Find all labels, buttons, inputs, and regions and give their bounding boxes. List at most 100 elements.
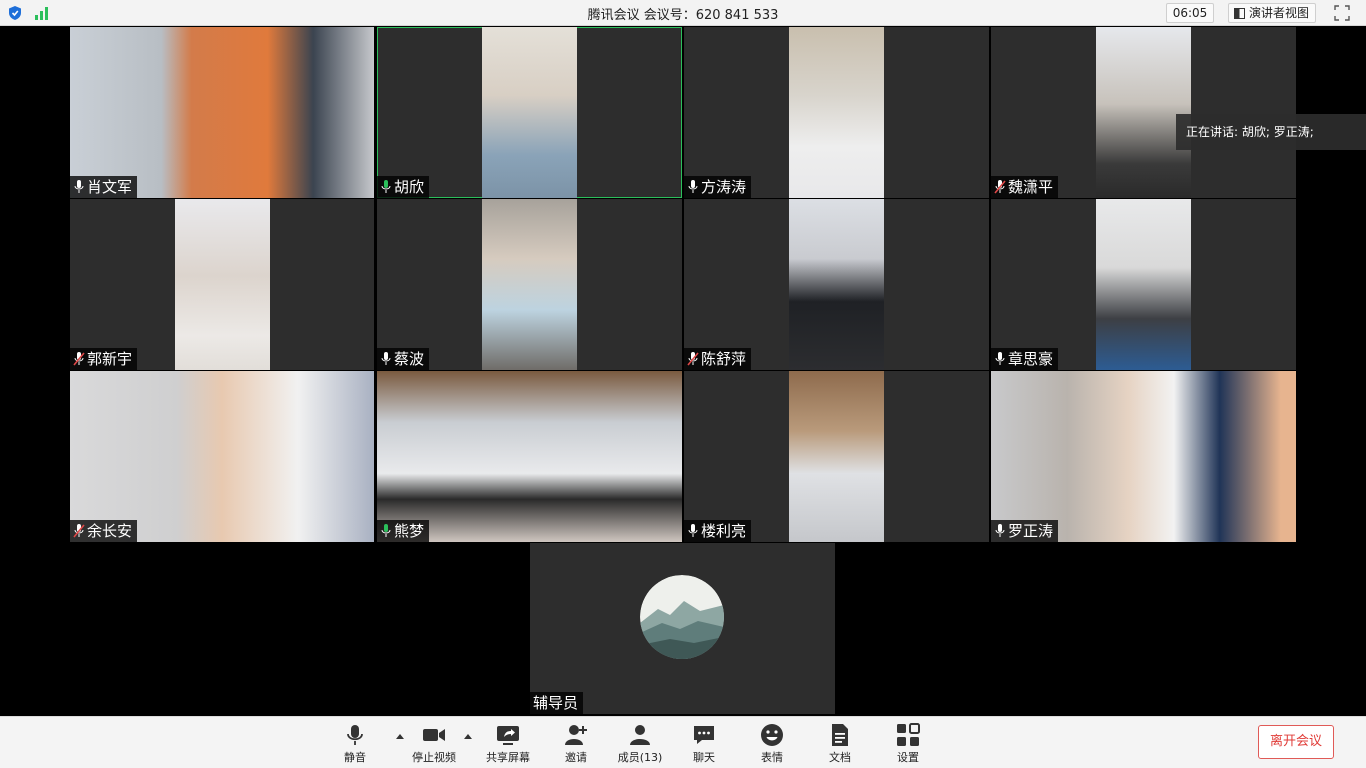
video-tile[interactable]: 陈舒萍 xyxy=(684,199,989,370)
mic-icon xyxy=(74,180,84,193)
stop-video-button[interactable]: 停止视频 xyxy=(410,723,458,765)
leave-meeting-button[interactable]: 离开会议 xyxy=(1258,725,1334,759)
members-button[interactable]: 成员(13) xyxy=(616,723,664,765)
participant-nametag: 郭新宇 xyxy=(70,348,138,370)
meeting-duration: 06:05 xyxy=(1166,3,1214,23)
video-feed xyxy=(1096,199,1191,370)
add-user-icon xyxy=(565,725,587,745)
video-tile[interactable]: 魏潇平 xyxy=(991,27,1296,198)
chat-icon xyxy=(694,726,714,744)
participant-name: 楼利亮 xyxy=(701,522,747,540)
participant-nametag: 胡欣 xyxy=(377,176,430,198)
meeting-title: 腾讯会议 会议号：620 841 533 xyxy=(587,8,779,23)
participant-nametag: 方涛涛 xyxy=(684,176,752,198)
meeting-toolbar: 静音 停止视频 共享屏幕 邀请 成员(13) 聊天 表情 文档 设置 离开会议 xyxy=(0,716,1366,768)
mic-icon xyxy=(688,524,698,537)
participant-name: 郭新宇 xyxy=(87,350,133,368)
mic-muted-icon xyxy=(687,352,699,366)
reactions-button[interactable]: 表情 xyxy=(758,723,786,765)
participant-name: 方涛涛 xyxy=(701,178,747,196)
video-feed xyxy=(789,27,884,198)
mic-speaking-icon xyxy=(381,524,391,537)
participant-name: 肖文军 xyxy=(87,178,133,196)
video-feed xyxy=(482,199,577,370)
participant-name: 魏潇平 xyxy=(1008,178,1054,196)
mic-speaking-icon xyxy=(381,180,391,193)
video-options-caret-icon[interactable] xyxy=(463,732,473,740)
participant-nametag: 蔡波 xyxy=(377,348,430,370)
video-camera-icon xyxy=(423,729,445,741)
share-screen-label: 共享屏幕 xyxy=(486,751,530,764)
share-screen-button[interactable]: 共享屏幕 xyxy=(484,723,532,765)
microphone-icon xyxy=(347,725,363,745)
video-feed xyxy=(482,27,577,198)
smiley-icon xyxy=(761,724,783,746)
chat-button[interactable]: 聊天 xyxy=(690,723,718,765)
mic-muted-icon xyxy=(73,352,85,366)
members-label: 成员(13) xyxy=(617,751,663,764)
participant-nametag: 余长安 xyxy=(70,520,138,542)
participant-nametag: 熊梦 xyxy=(377,520,430,542)
documents-label: 文档 xyxy=(829,751,851,764)
documents-button[interactable]: 文档 xyxy=(826,723,854,765)
fullscreen-icon[interactable] xyxy=(1334,5,1350,21)
share-screen-icon xyxy=(497,726,519,745)
participant-name: 章思豪 xyxy=(1008,350,1054,368)
mute-button[interactable]: 静音 xyxy=(339,723,371,765)
video-tile-active-speaker[interactable]: 胡欣 xyxy=(377,27,682,198)
mic-icon xyxy=(381,352,391,365)
video-tile[interactable]: 楼利亮 xyxy=(684,371,989,542)
participant-nametag: 魏潇平 xyxy=(991,176,1059,198)
document-icon xyxy=(832,724,848,746)
participant-name: 辅导员 xyxy=(533,694,579,712)
video-feed xyxy=(70,371,374,542)
speaker-view-label: 演讲者视图 xyxy=(1249,6,1310,20)
video-tile[interactable]: 蔡波 xyxy=(377,199,682,370)
video-tile[interactable]: 罗正涛 xyxy=(991,371,1296,542)
members-icon xyxy=(630,725,650,745)
mic-muted-icon xyxy=(994,180,1006,194)
video-feed xyxy=(70,27,374,198)
settings-label: 设置 xyxy=(897,751,919,764)
participant-name: 陈舒萍 xyxy=(701,350,747,368)
settings-button[interactable]: 设置 xyxy=(894,723,922,765)
mic-icon xyxy=(995,352,1005,365)
video-tile[interactable]: 章思豪 xyxy=(991,199,1296,370)
audio-options-caret-icon[interactable] xyxy=(395,732,405,740)
invite-label: 邀请 xyxy=(565,751,587,764)
mic-icon xyxy=(688,180,698,193)
video-feed xyxy=(789,371,884,542)
participant-nametag: 楼利亮 xyxy=(684,520,752,542)
settings-grid-icon xyxy=(897,723,920,746)
speaker-view-button[interactable]: 演讲者视图 xyxy=(1228,3,1316,23)
participant-name: 蔡波 xyxy=(394,350,425,368)
participant-name: 罗正涛 xyxy=(1008,522,1054,540)
mic-icon xyxy=(995,524,1005,537)
video-tile[interactable]: 肖文军 xyxy=(70,27,374,198)
participant-nametag: 肖文军 xyxy=(70,176,138,198)
mic-muted-icon xyxy=(73,524,85,538)
participant-name: 熊梦 xyxy=(394,522,425,540)
video-feed xyxy=(1096,27,1191,198)
participant-nametag: 罗正涛 xyxy=(991,520,1059,542)
participant-name: 余长安 xyxy=(87,522,133,540)
video-feed xyxy=(789,199,884,370)
participant-nametag: 陈舒萍 xyxy=(684,348,752,370)
video-tile[interactable]: 方涛涛 xyxy=(684,27,989,198)
video-tile[interactable]: 余长安 xyxy=(70,371,374,542)
reactions-label: 表情 xyxy=(761,751,783,764)
invite-button[interactable]: 邀请 xyxy=(562,723,590,765)
video-feed xyxy=(991,371,1296,542)
video-tile-no-camera[interactable]: 辅导员 xyxy=(530,543,835,714)
video-tile[interactable]: 熊梦 xyxy=(377,371,682,542)
video-feed xyxy=(175,199,270,370)
avatar xyxy=(640,575,724,659)
stop-video-label: 停止视频 xyxy=(412,751,456,764)
video-feed xyxy=(377,371,682,542)
speaking-indicator: 正在讲话: 胡欣; 罗正涛; xyxy=(1176,114,1366,150)
chat-label: 聊天 xyxy=(693,751,715,764)
video-grid: 肖文军 胡欣 方涛涛 魏潇平 郭新宇 蔡波 陈舒萍 章思豪 余长安 熊梦 楼利亮… xyxy=(70,27,1297,715)
video-tile[interactable]: 郭新宇 xyxy=(70,199,374,370)
participant-name: 胡欣 xyxy=(394,178,425,196)
mute-label: 静音 xyxy=(344,751,366,764)
